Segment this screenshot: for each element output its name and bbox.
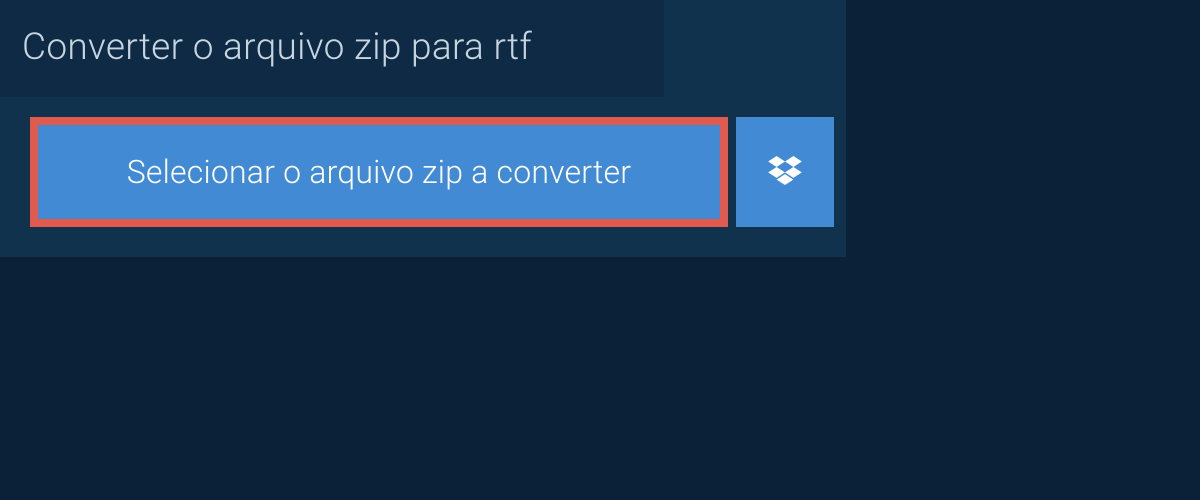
dropbox-button[interactable] xyxy=(736,117,834,227)
converter-header: Converter o arquivo zip para rtf xyxy=(0,0,664,97)
converter-panel: Converter o arquivo zip para rtf Selecio… xyxy=(0,0,846,257)
converter-title: Converter o arquivo zip para rtf xyxy=(22,26,634,69)
select-file-button[interactable]: Selecionar o arquivo zip a converter xyxy=(30,117,728,227)
select-file-label: Selecionar o arquivo zip a converter xyxy=(127,153,632,191)
button-row: Selecionar o arquivo zip a converter xyxy=(30,117,846,227)
dropbox-icon xyxy=(768,156,802,188)
